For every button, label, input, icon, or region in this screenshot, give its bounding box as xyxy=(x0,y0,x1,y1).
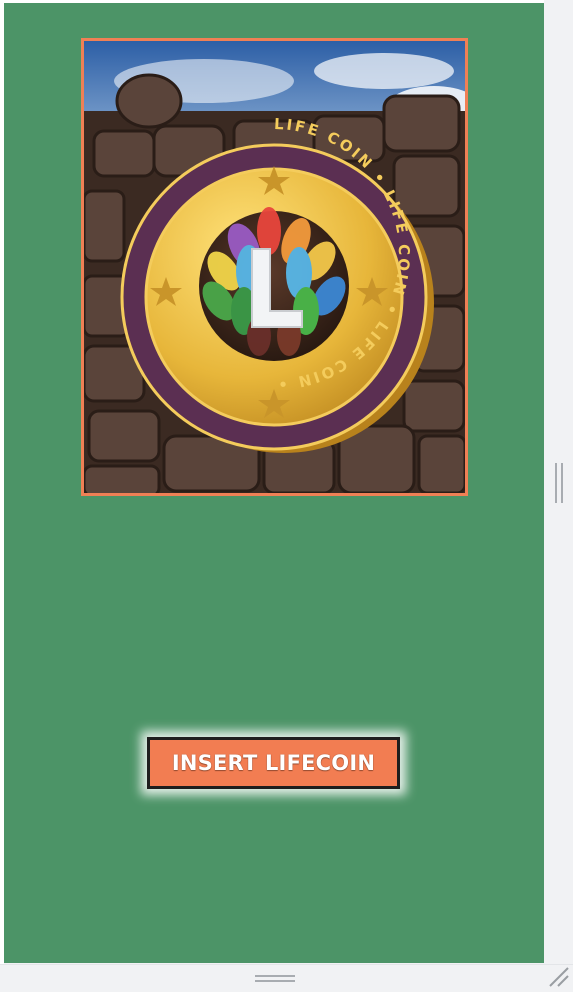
lifecoin-image: LIFE COIN • LIFE COIN • LIFE COIN • xyxy=(81,38,468,496)
insert-lifecoin-button[interactable]: INSERT LIFECOIN xyxy=(147,737,400,789)
app-window: LIFE COIN • LIFE COIN • LIFE COIN • INSE… xyxy=(0,0,573,992)
horizontal-resize-handle[interactable] xyxy=(255,975,295,983)
resize-grip-icon[interactable] xyxy=(548,966,570,988)
lifecoin-illustration: LIFE COIN • LIFE COIN • LIFE COIN • xyxy=(84,41,465,493)
vertical-resize-handle[interactable] xyxy=(555,463,563,503)
